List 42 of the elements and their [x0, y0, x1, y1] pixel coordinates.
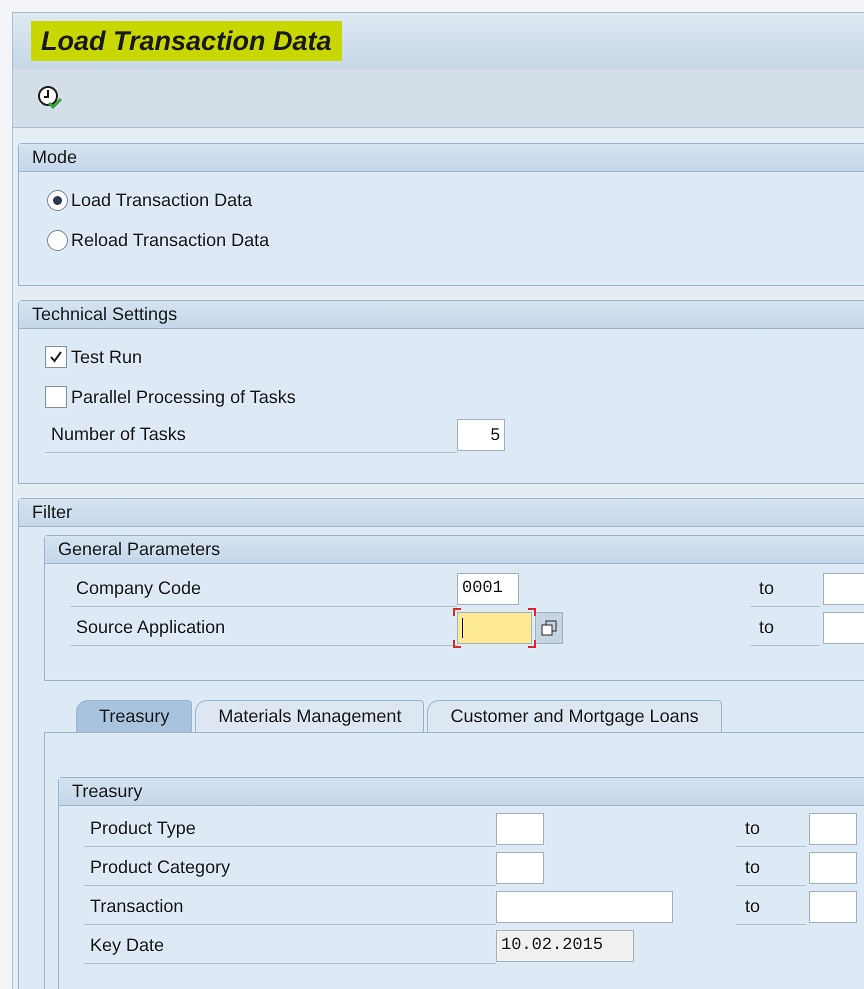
input-field[interactable] — [496, 852, 544, 884]
group-title: Technical Settings — [32, 303, 178, 326]
field-label: Source Application — [76, 616, 226, 639]
to-label: to — [759, 576, 774, 600]
field-label: Number of Tasks — [51, 423, 186, 446]
window-title: Load Transaction Data — [31, 20, 342, 62]
copy-icon — [541, 620, 557, 636]
to-label: to — [745, 816, 760, 840]
input-field[interactable]: 10.02.2015 — [496, 930, 634, 962]
input-field[interactable] — [809, 890, 857, 922]
input-field[interactable]: 0001 — [457, 572, 519, 604]
checkbox-label: Parallel Processing of Tasks — [71, 386, 296, 409]
input-field[interactable] — [496, 812, 544, 844]
checkbox-label: Test Run — [71, 346, 142, 368]
to-label: to — [745, 894, 760, 918]
checkbox[interactable] — [45, 386, 67, 408]
radio-button[interactable] — [47, 230, 68, 250]
to-label: to — [745, 856, 760, 878]
input-field[interactable] — [809, 852, 857, 884]
group-title: Mode — [32, 146, 78, 169]
group-title: General Parameters — [58, 538, 220, 561]
radio-label: Load Transaction Data — [71, 188, 252, 212]
input-field[interactable]: 5 — [457, 419, 505, 451]
field-label: Transaction — [90, 894, 184, 918]
checkmark-icon — [49, 350, 63, 364]
radio-button[interactable] — [47, 190, 68, 210]
field-label: Key Date — [90, 934, 164, 957]
radio-label: Reload Transaction Data — [71, 228, 270, 252]
field-label: Company Code — [76, 576, 202, 600]
tab[interactable]: Materials Management — [195, 700, 424, 732]
field-label: Product Category — [90, 856, 230, 879]
group-title: Filter — [32, 501, 72, 524]
checkbox[interactable] — [45, 346, 67, 368]
clock-check-icon — [37, 85, 65, 111]
input-field[interactable] — [496, 890, 673, 922]
group-title: Treasury — [72, 780, 142, 803]
tab[interactable]: Customer and Mortgage Loans — [427, 700, 722, 732]
tab[interactable]: Treasury — [76, 700, 192, 732]
to-label: to — [759, 616, 774, 638]
field-label: Product Type — [90, 816, 196, 840]
value-help-button[interactable] — [535, 612, 563, 644]
input-field[interactable] — [809, 812, 857, 844]
